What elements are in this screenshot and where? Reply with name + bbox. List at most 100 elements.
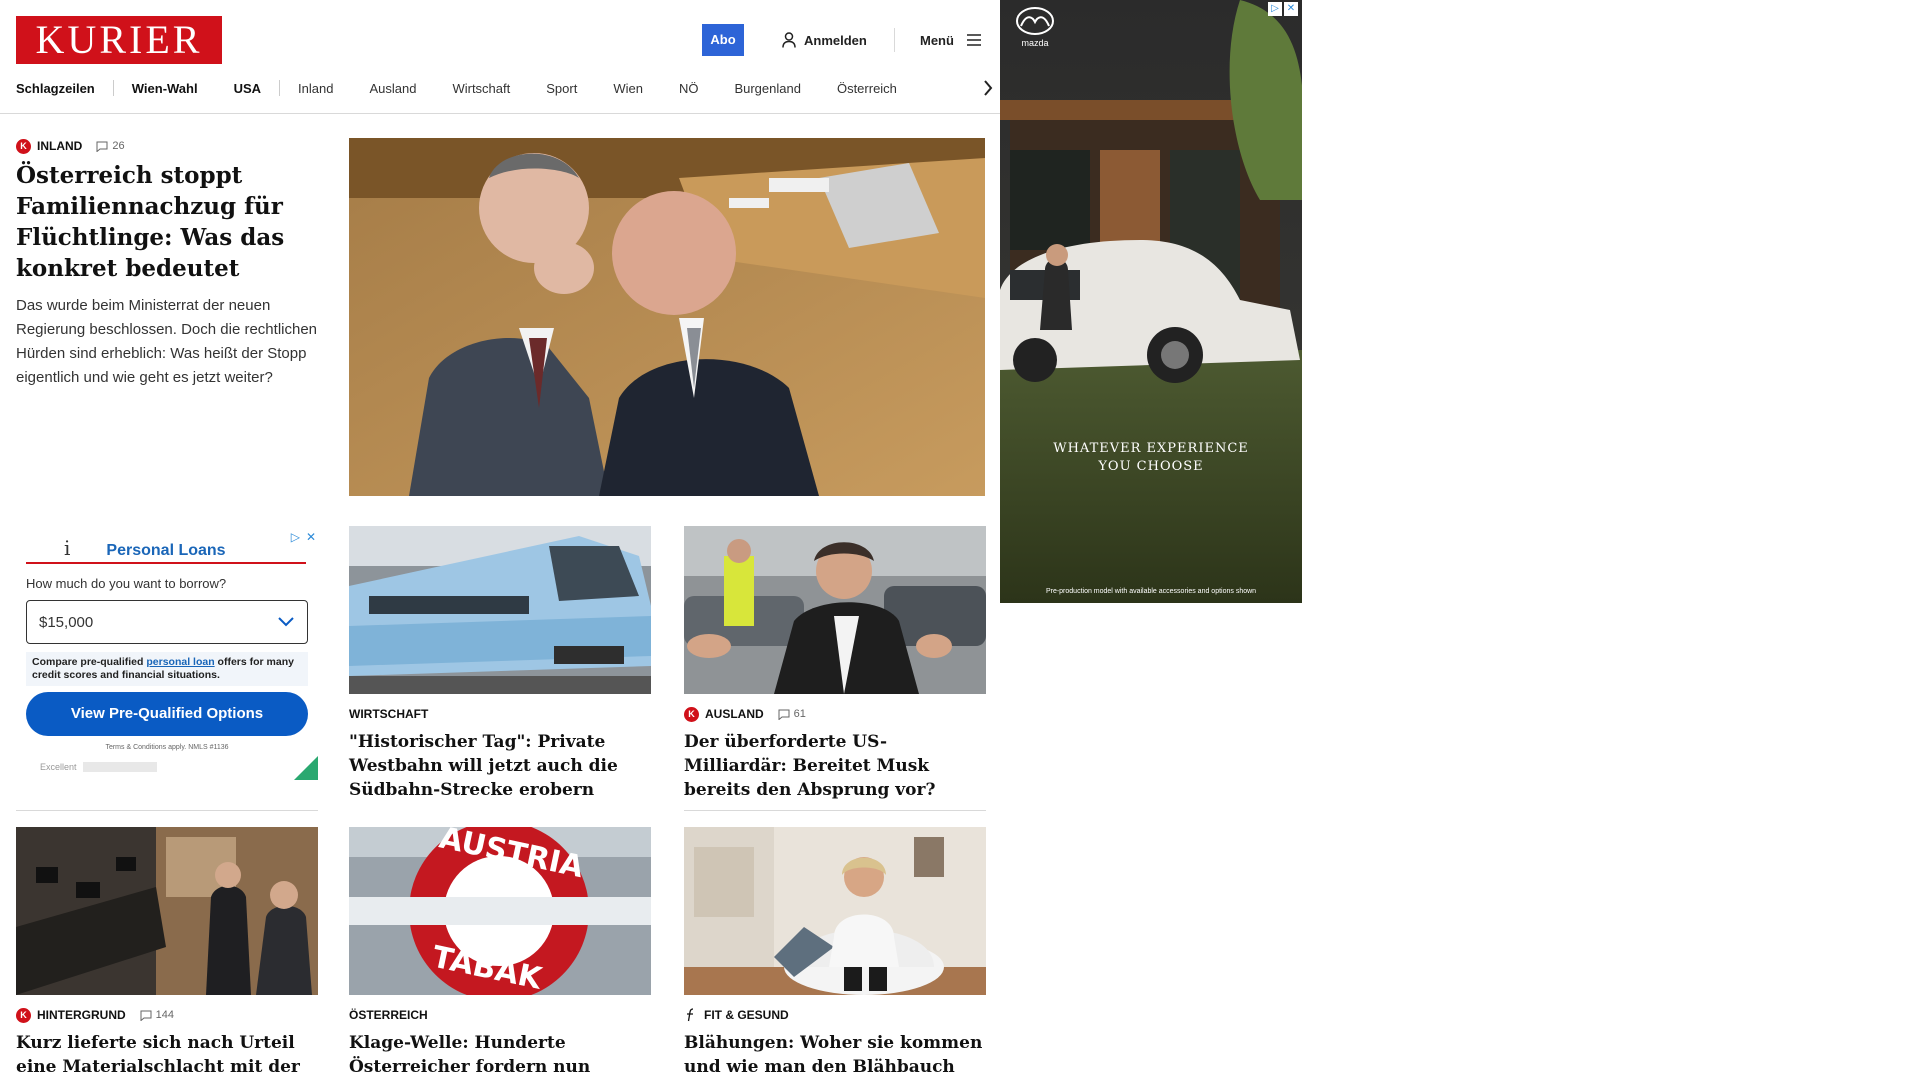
- card-image[interactable]: [684, 827, 986, 995]
- nav-item-noe[interactable]: NÖ: [661, 81, 717, 96]
- user-icon: [782, 32, 796, 48]
- mazda-wordmark: mazda: [1021, 38, 1049, 48]
- star-rating-icon: [82, 762, 157, 772]
- loan-title: Personal Loans: [106, 542, 226, 559]
- nav-item-usa[interactable]: USA: [216, 81, 279, 96]
- kurier-plus-icon: K: [16, 138, 31, 154]
- login-label: Anmelden: [804, 32, 867, 48]
- nav-item-wien-wahl[interactable]: Wien-Wahl: [114, 81, 216, 96]
- comment-icon: [140, 1010, 152, 1021]
- train-photo: [349, 526, 651, 694]
- card-kicker: ÖSTERREICH: [349, 1007, 651, 1023]
- personal-loans-ad[interactable]: ▷ ✕ i Personal Loans How much do you wan…: [16, 526, 318, 780]
- loan-terms: Terms & Conditions apply. NMLS #1136: [105, 744, 229, 751]
- press-photo: [16, 827, 318, 995]
- card-image[interactable]: [16, 827, 318, 995]
- lead-teaser[interactable]: Das wurde beim Ministerrat der neuen Reg…: [16, 294, 321, 390]
- card-headline[interactable]: Blähungen: Woher sie kommen und wie man …: [684, 1031, 986, 1080]
- row-divider: [684, 810, 986, 811]
- card-image[interactable]: AUSTRIA TABAK: [349, 827, 651, 995]
- article-card[interactable]: K HINTERGRUND 144 Kurz lieferte sich nac…: [16, 827, 318, 1080]
- kurier-logo[interactable]: KURIER: [16, 16, 222, 64]
- menu-button[interactable]: Menü: [920, 31, 982, 49]
- mazda-disclaimer: Pre-production model with available acce…: [1045, 588, 1257, 595]
- loan-amount-value: $15,000: [39, 613, 94, 631]
- card-kicker: K AUSLAND 61: [684, 706, 986, 722]
- comment-icon: [96, 141, 108, 152]
- card-category[interactable]: AUSLAND: [705, 707, 764, 721]
- adchoices-icon[interactable]: ▷: [1268, 2, 1282, 16]
- view-options-button[interactable]: View Pre-Qualified Options: [26, 692, 308, 736]
- musk-photo: [684, 526, 986, 694]
- loan-note-text: Compare pre-qualified: [32, 656, 147, 668]
- loan-rating-label: Excellent: [40, 762, 77, 772]
- card-category[interactable]: HINTERGRUND: [37, 1008, 126, 1022]
- chevron-down-icon: [278, 617, 294, 627]
- comment-count[interactable]: 26: [96, 140, 125, 152]
- article-card[interactable]: FIT & GESUND Blähungen: Woher sie kommen…: [684, 827, 986, 1080]
- woman-beanbag-photo: [684, 827, 986, 995]
- card-kicker: WIRTSCHAFT: [349, 706, 651, 722]
- card-image[interactable]: [684, 526, 986, 694]
- nav-item-oesterreich[interactable]: Österreich: [819, 81, 915, 96]
- comment-icon: [778, 709, 790, 720]
- card-headline[interactable]: Kurz lieferte sich nach Urteil eine Mate…: [16, 1031, 318, 1080]
- nav-item-wien[interactable]: Wien: [595, 81, 661, 96]
- lead-article[interactable]: K INLAND 26 Österreich stoppt Familienna…: [16, 138, 321, 390]
- menu-label: Menü: [920, 32, 954, 48]
- mazda-tagline-1: WHATEVER EXPERIENCE: [1053, 441, 1249, 456]
- abo-button[interactable]: Abo: [702, 24, 744, 56]
- lead-kicker: K INLAND 26: [16, 138, 321, 154]
- comment-count[interactable]: 144: [140, 1009, 174, 1021]
- page: KURIER Abo Anmelden Menü Schlagzeilen Wi…: [0, 0, 1920, 1080]
- login-button[interactable]: Anmelden: [782, 31, 867, 49]
- kurier-site: KURIER Abo Anmelden Menü Schlagzeilen Wi…: [0, 0, 1000, 1080]
- header-divider: [894, 28, 895, 52]
- austria-tabak-photo: AUSTRIA TABAK: [349, 827, 651, 995]
- mazda-tagline-2: YOU CHOOSE: [1098, 459, 1204, 474]
- nav-item-ausland[interactable]: Ausland: [351, 81, 434, 96]
- chevron-right-icon[interactable]: [982, 78, 994, 98]
- card-headline[interactable]: Der überforderte US-Milliardär: Bereitet…: [684, 730, 986, 802]
- comment-count[interactable]: 61: [778, 708, 806, 720]
- header: KURIER Abo Anmelden Menü: [16, 16, 984, 64]
- nav-item-inland[interactable]: Inland: [280, 81, 351, 96]
- loan-amount-select[interactable]: $15,000: [26, 600, 308, 644]
- article-card[interactable]: WIRTSCHAFT "Historischer Tag": Private W…: [349, 526, 651, 802]
- card-headline[interactable]: Klage-Welle: Hunderte Österreicher forde…: [349, 1031, 651, 1080]
- lead-image[interactable]: [349, 138, 985, 496]
- ad-corner-icon: [294, 756, 318, 780]
- mazda-ad[interactable]: ▷ ✕ mazda WHATEVER EXPERIENCE YOU CHOOSE…: [1000, 0, 1302, 603]
- politicians-photo: [349, 138, 985, 496]
- hamburger-icon: [966, 34, 981, 46]
- loan-note: Compare pre-qualified personal loan offe…: [26, 652, 308, 686]
- personal-loan-link[interactable]: personal loan: [146, 656, 214, 668]
- close-icon[interactable]: ✕: [1284, 2, 1298, 16]
- card-image[interactable]: [349, 526, 651, 694]
- mazda-logo: mazda: [1012, 6, 1058, 50]
- section-nav: Schlagzeilen Wien-Wahl USA Inland Auslan…: [16, 76, 1000, 100]
- nav-item-sport[interactable]: Sport: [528, 81, 595, 96]
- lead-category[interactable]: INLAND: [37, 139, 82, 153]
- card-kicker: FIT & GESUND: [684, 1007, 986, 1023]
- nav-item-burgenland[interactable]: Burgenland: [716, 81, 819, 96]
- card-headline[interactable]: "Historischer Tag": Private Westbahn wil…: [349, 730, 651, 802]
- nav-item-schlagzeilen[interactable]: Schlagzeilen: [16, 81, 113, 96]
- comment-count-value: 26: [112, 140, 125, 152]
- lead-headline[interactable]: Österreich stoppt Familiennachzug für Fl…: [16, 160, 321, 284]
- article-card[interactable]: K AUSLAND 61 Der überforderte US-Milliar…: [684, 526, 986, 802]
- comment-count-value: 61: [793, 708, 806, 720]
- comment-count-value: 144: [155, 1009, 175, 1021]
- card-category[interactable]: FIT & GESUND: [704, 1008, 789, 1022]
- card-kicker: K HINTERGRUND 144: [16, 1007, 318, 1023]
- card-category[interactable]: WIRTSCHAFT: [349, 707, 428, 721]
- loan-header: i Personal Loans: [26, 536, 306, 564]
- kurier-plus-icon: K: [16, 1007, 31, 1023]
- fit-gesund-icon: [687, 1008, 694, 1022]
- ad-choices[interactable]: ▷ ✕: [1268, 2, 1298, 16]
- card-category[interactable]: ÖSTERREICH: [349, 1008, 428, 1022]
- nav-item-wirtschaft[interactable]: Wirtschaft: [434, 81, 528, 96]
- article-card[interactable]: AUSTRIA TABAK ÖSTERREICH Klage-Welle: Hu…: [349, 827, 651, 1080]
- close-icon[interactable]: ✕: [306, 530, 316, 544]
- mazda-ad-image: [1000, 0, 1302, 603]
